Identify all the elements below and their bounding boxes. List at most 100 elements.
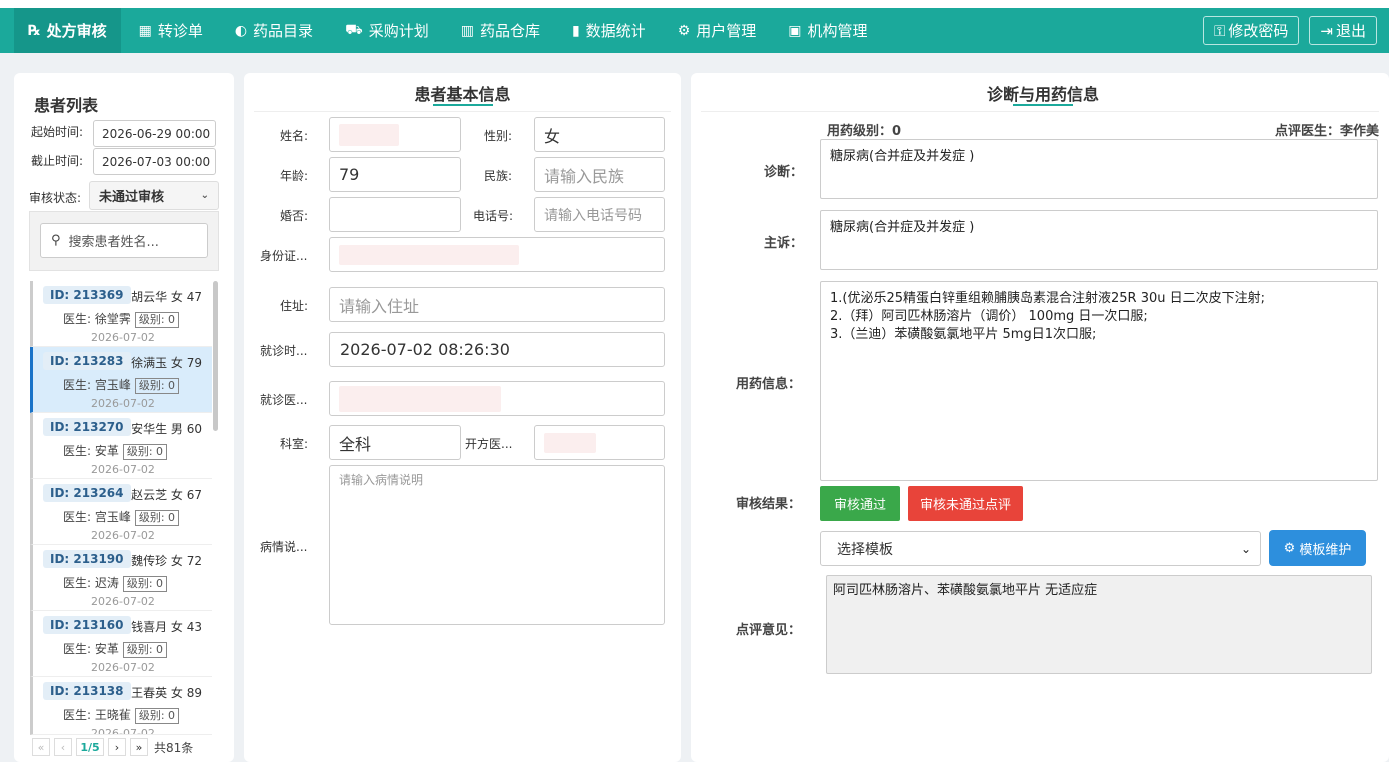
nav-drug-warehouse[interactable]: ▥ 药品仓库 (447, 8, 554, 53)
patient-doctor: 医生: 迟涛 (63, 576, 119, 590)
reviewer-value: 李作美 (1339, 124, 1379, 139)
ethnicity-field[interactable]: 请输入民族 (534, 157, 665, 192)
medication-textarea[interactable]: 1.(优泌乐25精蛋白锌重组赖脯胰岛素混合注射液25R 30u 日二次皮下注射;… (820, 281, 1378, 481)
diagnosis-textarea[interactable]: 糖尿病(合并症及并发症 ) (820, 139, 1378, 199)
visit-time-field[interactable]: 2026-07-02 08:26:30 (329, 332, 665, 367)
patient-name: 胡云华 女 47 (131, 290, 202, 304)
name-field[interactable] (329, 117, 461, 152)
patient-id: ID: 213190 (43, 550, 131, 568)
chevron-down-icon: ⌄ (1240, 541, 1251, 556)
redacted-prescriber (544, 432, 596, 453)
nav-drug-catalog[interactable]: ◐ 药品目录 (221, 8, 327, 53)
age-field[interactable]: 79 (329, 157, 461, 192)
patient-level: 级别: 0 (134, 510, 180, 526)
patient-list-item[interactable]: ID: 213270 安华生 男 60 医生: 安革 级别: 0 2026-07-… (30, 413, 212, 479)
patient-name: 赵云芝 女 67 (131, 488, 202, 502)
nav-label: 处方审核 (46, 22, 107, 40)
patient-doctor-row: 医生: 安革 级别: 0 (63, 442, 168, 460)
nav-purchase-plan[interactable]: ⛟ 采购计划 (331, 8, 443, 53)
template-maintain-label: 模板维护 (1299, 542, 1352, 558)
diagnosis-title: 诊断与用药信息 (986, 85, 1099, 104)
complaint-textarea[interactable]: 糖尿病(合并症及并发症 ) (820, 210, 1378, 270)
patient-doctor: 医生: 安革 (63, 642, 119, 656)
patient-id: ID: 213138 (43, 682, 131, 700)
title-underline (1013, 104, 1073, 106)
nav-prescription-review[interactable]: ℞ 处方审核 (14, 8, 121, 53)
top-navbar: ℞ 处方审核 ▦ 转诊单 ◐ 药品目录 ⛟ 采购计划 ▥ 药品仓库 ▮ 数据统计 ⚙ 用户管理… (0, 8, 1389, 53)
address-field[interactable]: 请输入住址 (329, 287, 665, 322)
nav-user-management[interactable]: ⚙ 用户管理 (664, 8, 771, 53)
last-page-button[interactable]: » (130, 738, 148, 756)
divider (254, 111, 671, 112)
visit-doctor-label: 就诊医... (260, 393, 308, 407)
logout-icon: ⇥ (1320, 21, 1333, 40)
nav-label: 用户管理 (696, 22, 757, 40)
dept-label: 科室: (280, 437, 309, 451)
gender-field[interactable]: 女 (534, 117, 665, 152)
patient-date: 2026-07-02 (91, 397, 155, 410)
ethnicity-label: 民族: (484, 169, 513, 183)
patient-list-item[interactable]: ID: 213160 钱喜月 女 43 医生: 安革 级别: 0 2026-07-… (30, 611, 212, 677)
approve-button[interactable]: 审核通过 (820, 486, 900, 521)
medication-line: 2.（拜）阿司匹林肠溶片（调价） 100mg 日一次口服; (830, 309, 1148, 324)
patient-list-item[interactable]: ID: 213138 王春英 女 89 医生: 王晓雈 级别: 0 2026-07… (30, 677, 212, 735)
patient-list-item[interactable]: ID: 213190 魏传珍 女 72 医生: 迟涛 级别: 0 2026-07-… (30, 545, 212, 611)
idcard-field[interactable] (329, 237, 665, 272)
diagnosis-label: 诊断： (764, 165, 804, 180)
visit-doctor-field[interactable] (329, 381, 665, 416)
medication-label: 用药信息： (736, 377, 802, 392)
patient-id: ID: 213270 (43, 418, 131, 436)
phone-field[interactable]: 请输入电话号码 (534, 197, 665, 232)
list-scrollbar[interactable] (213, 281, 218, 431)
change-password-button[interactable]: ⚿ 修改密码 (1202, 16, 1300, 45)
pagination: « ‹ 1/5 › » 共81条 (32, 738, 193, 756)
patient-level: 级别: 0 (122, 642, 168, 658)
patient-list-panel: 患者列表 起始时间: 2026-06-29 00:00 截止时间: 2026-0… (14, 73, 234, 762)
patient-doctor-row: 医生: 安革 级别: 0 (63, 640, 168, 658)
patient-list-item[interactable]: ID: 213369 胡云华 女 47 医生: 徐堂霁 级别: 0 2026-07… (30, 281, 212, 347)
patient-date: 2026-07-02 (91, 595, 155, 608)
template-maintain-button[interactable]: ⚙ 模板维护 (1269, 530, 1366, 566)
result-label: 审核结果： (736, 497, 802, 512)
patient-name: 安华生 男 60 (131, 422, 202, 436)
template-select[interactable]: 选择模板 ⌄ (820, 531, 1261, 566)
condition-textarea[interactable]: 请输入病情说明 (329, 465, 665, 625)
review-status-label: 审核状态: (29, 191, 82, 205)
patient-level: 级别: 0 (134, 708, 180, 724)
change-password-label: 修改密码 (1228, 22, 1289, 40)
patient-doctor-row: 医生: 迟涛 级别: 0 (63, 574, 168, 592)
chevron-down-icon: ⌄ (200, 190, 209, 201)
nav-statistics[interactable]: ▮ 数据统计 (558, 8, 660, 53)
patient-search-input[interactable]: ⚲ 搜索患者姓名... (40, 223, 208, 258)
patient-list-item-selected[interactable]: ID: 213283 徐满玉 女 79 医生: 宫玉峰 级别: 0 2026-07… (30, 347, 212, 413)
logout-button[interactable]: ⇥ 退出 (1309, 16, 1377, 45)
nav-org-management[interactable]: ▣ 机构管理 (774, 8, 881, 53)
patient-id: ID: 213283 (43, 352, 131, 370)
patient-doctor-row: 医生: 宫玉峰 级别: 0 (63, 508, 180, 526)
search-placeholder: 搜索患者姓名... (68, 235, 159, 250)
patient-doctor: 医生: 徐堂霁 (63, 312, 131, 326)
dept-field[interactable]: 全科 (329, 425, 461, 460)
next-page-button[interactable]: › (108, 738, 126, 756)
patient-date: 2026-07-02 (91, 529, 155, 542)
warehouse-icon: ▥ (460, 22, 474, 39)
prescriber-field[interactable] (534, 425, 665, 460)
prev-page-button[interactable]: ‹ (54, 738, 72, 756)
patient-id: ID: 213160 (43, 616, 131, 634)
patient-list-item[interactable]: ID: 213264 赵云芝 女 67 医生: 宫玉峰 级别: 0 2026-07… (30, 479, 212, 545)
patient-doctor: 医生: 宫玉峰 (63, 510, 131, 524)
start-time-input[interactable]: 2026-06-29 00:00 (93, 120, 216, 147)
redacted-doctor (339, 385, 501, 412)
end-time-input[interactable]: 2026-07-03 00:00 (93, 148, 216, 175)
marital-field[interactable] (329, 197, 461, 232)
title-underline (433, 104, 493, 106)
reviewer: 点评医生：李作美 (1275, 120, 1379, 139)
nav-referral[interactable]: ▦ 转诊单 (125, 8, 217, 53)
first-page-button[interactable]: « (32, 738, 50, 756)
reject-button[interactable]: 审核未通过点评 (908, 486, 1023, 521)
comment-textarea[interactable]: 阿司匹林肠溶片、苯磺酸氨氯地平片 无适应症 (826, 575, 1372, 674)
bar-chart-icon: ▮ (571, 22, 580, 39)
building-icon: ▣ (788, 22, 802, 39)
review-status-select[interactable]: 未通过审核 ⌄ (89, 181, 219, 210)
level-value: 0 (892, 124, 902, 139)
